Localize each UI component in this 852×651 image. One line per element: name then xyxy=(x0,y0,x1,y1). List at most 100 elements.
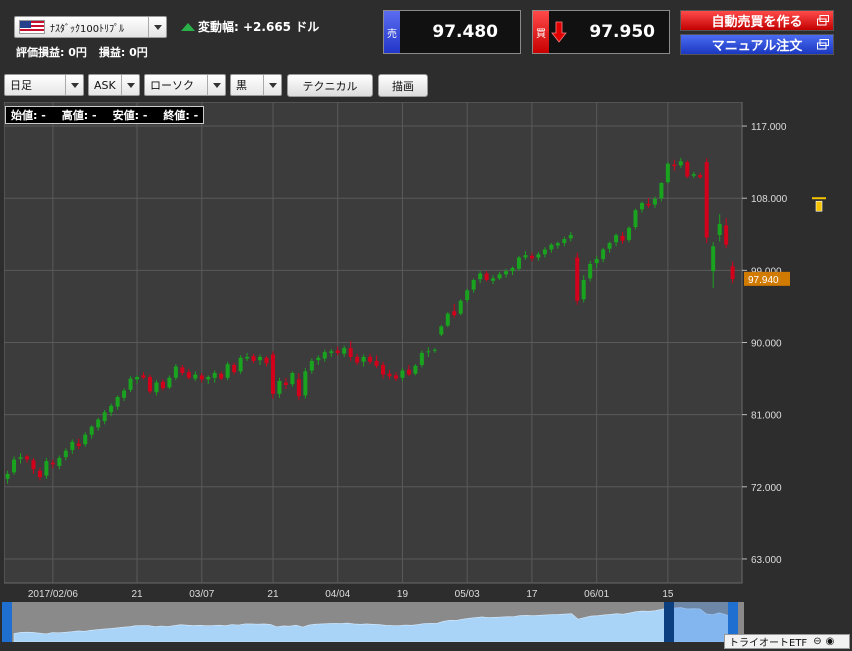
draw-button[interactable]: 描画 xyxy=(378,74,428,97)
buy-price-button[interactable]: 買 97.950 xyxy=(532,10,670,54)
x-tick-label: 03/07 xyxy=(189,589,214,600)
candle-body xyxy=(251,356,256,361)
candle-body xyxy=(484,273,489,280)
change-value: +2.665 ドル xyxy=(243,20,320,34)
candle-body xyxy=(432,349,437,351)
chart-canvas[interactable]: 117.000108.00099.00090.00081.00072.00063… xyxy=(3,101,848,601)
candle-body xyxy=(154,382,159,393)
candle-body xyxy=(24,456,29,460)
candle-body xyxy=(135,376,140,380)
change-label: 変動幅: xyxy=(198,20,239,34)
candle-body xyxy=(497,274,502,279)
y-tick-label: 108.000 xyxy=(751,194,788,205)
sell-price-button[interactable]: 売 97.480 xyxy=(383,10,521,54)
chevron-down-icon[interactable] xyxy=(65,75,83,95)
candle-body xyxy=(225,364,230,378)
candlestick-chart[interactable]: 117.000108.00099.00090.00081.00072.00063… xyxy=(3,101,848,601)
candle-body xyxy=(400,370,405,378)
x-tick-label: 15 xyxy=(662,589,674,600)
candle-body xyxy=(678,161,683,166)
candle-body xyxy=(193,374,198,379)
ohlc-close: 終値: - xyxy=(163,109,199,122)
candle-body xyxy=(452,311,457,316)
auto-trade-label: 自動売買を作る xyxy=(711,15,803,30)
y-tick-label: 81.000 xyxy=(751,411,782,422)
sell-tag: 売 xyxy=(384,11,400,53)
candle-body xyxy=(63,450,68,458)
x-axis: 2017/02/06 21 03/07 21 04/04 19 05/03 17 06/01 15 xyxy=(28,589,674,600)
candle-body xyxy=(387,373,392,377)
candle-body xyxy=(238,357,243,372)
candle-body xyxy=(232,364,237,373)
position-marker-icon[interactable] xyxy=(812,197,826,212)
popout-icon xyxy=(817,39,829,50)
candle-body xyxy=(57,457,62,466)
ohlc-open: 始値: - xyxy=(11,109,46,122)
theme-select[interactable]: 黒 xyxy=(230,74,282,96)
chevron-down-icon[interactable] xyxy=(148,17,166,37)
ohlc-readout: 始値: - 高値: - 安値: - 終値: - xyxy=(5,106,205,124)
candle-body xyxy=(717,223,722,236)
candle-body xyxy=(374,360,379,366)
candle-body xyxy=(199,375,204,380)
candle-body xyxy=(471,279,476,290)
candle-body xyxy=(393,375,398,379)
candle-body xyxy=(102,412,107,422)
candle-body xyxy=(704,162,709,238)
navigator-left-handle xyxy=(2,602,12,642)
candle-body xyxy=(270,354,275,394)
candle-body xyxy=(309,360,314,371)
candle-body xyxy=(465,290,470,301)
x-tick-label: 2017/02/06 xyxy=(28,589,78,600)
chevron-down-icon[interactable] xyxy=(121,75,139,95)
candle-body xyxy=(368,356,373,362)
candle-body xyxy=(50,462,55,465)
candle-body xyxy=(44,461,49,476)
candle-body xyxy=(419,352,424,365)
candle-body xyxy=(549,244,554,250)
candle-body xyxy=(128,378,133,390)
lock-icon[interactable]: ⊖ xyxy=(813,636,821,647)
navigator-canvas[interactable] xyxy=(2,602,744,643)
valuation-label: 評価損益: xyxy=(16,46,65,59)
candle-body xyxy=(458,300,463,314)
pnl-label: 損益: xyxy=(98,46,126,59)
candle-body xyxy=(536,254,541,258)
navigator-mid-handle xyxy=(664,602,674,642)
candle-body xyxy=(316,357,321,361)
candle-body xyxy=(529,255,534,259)
navigator-selection xyxy=(666,602,732,642)
range-navigator[interactable] xyxy=(2,602,744,643)
chevron-down-icon[interactable] xyxy=(207,75,225,95)
side-select[interactable]: ASK xyxy=(88,74,140,96)
manual-order-button[interactable]: マニュアル注文 xyxy=(680,34,834,55)
eye-icon[interactable]: ◉ xyxy=(826,636,835,647)
us-flag-icon xyxy=(19,20,45,34)
auto-trade-button[interactable]: 自動売買を作る xyxy=(680,10,834,31)
current-price-label: 97.940 xyxy=(748,275,779,286)
technical-button[interactable]: テクニカル xyxy=(287,74,373,97)
candle-body xyxy=(594,259,599,264)
instrument-label: トライオートETF xyxy=(729,638,808,649)
candle-body xyxy=(698,174,703,178)
y-tick-label: 63.000 xyxy=(751,555,782,566)
candle-body xyxy=(685,162,690,177)
candle-body xyxy=(180,367,185,373)
x-tick-label: 04/04 xyxy=(325,589,350,600)
candle-body xyxy=(89,426,94,435)
chevron-down-icon[interactable] xyxy=(263,75,281,95)
chart-type-select[interactable]: ローソク xyxy=(144,74,226,96)
chart-type-value: ローソク xyxy=(150,79,194,92)
period-select[interactable]: 日足 xyxy=(4,74,84,96)
candle-body xyxy=(277,380,282,394)
candle-body xyxy=(342,348,347,354)
buy-tag: 買 xyxy=(533,11,549,53)
candle-body xyxy=(575,257,580,301)
candle-body xyxy=(478,273,483,280)
candle-body xyxy=(296,379,301,397)
candle-body xyxy=(109,405,114,413)
candle-body xyxy=(627,227,632,240)
candle-body xyxy=(568,235,573,239)
symbol-select[interactable]: ﾅｽﾀﾞｯｸ100ﾄﾘﾌﾟﾙ xyxy=(14,16,167,38)
candle-body xyxy=(516,257,521,269)
